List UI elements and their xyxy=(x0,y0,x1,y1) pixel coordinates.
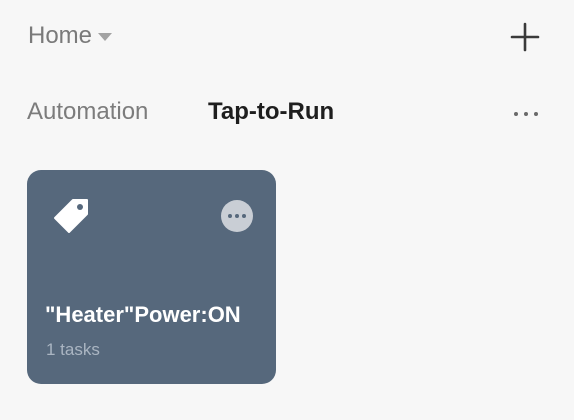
tap-to-run-screen: Home Automation Tap-to-Run "Heater"Power… xyxy=(0,0,574,420)
more-dot xyxy=(534,112,538,116)
card-more-dot xyxy=(242,214,246,218)
more-options-button[interactable] xyxy=(506,100,546,128)
home-label: Home xyxy=(28,22,93,49)
card-more-dot xyxy=(235,214,239,218)
scene-title: "Heater"Power:ON xyxy=(45,302,241,327)
home-selector[interactable]: Home xyxy=(28,20,113,52)
more-dot xyxy=(524,112,528,116)
scene-card[interactable]: "Heater"Power:ON 1 tasks xyxy=(27,170,276,384)
tab-automation[interactable]: Automation xyxy=(27,98,148,126)
card-more-dot xyxy=(228,214,232,218)
tag-icon xyxy=(54,199,88,233)
add-button[interactable] xyxy=(506,18,544,56)
more-dot xyxy=(514,112,518,116)
scene-task-count: 1 tasks xyxy=(46,340,100,359)
caret-down-icon xyxy=(98,33,113,41)
tab-tap-to-run[interactable]: Tap-to-Run xyxy=(208,98,334,126)
plus-icon xyxy=(510,22,540,52)
card-more-button[interactable] xyxy=(221,200,253,232)
